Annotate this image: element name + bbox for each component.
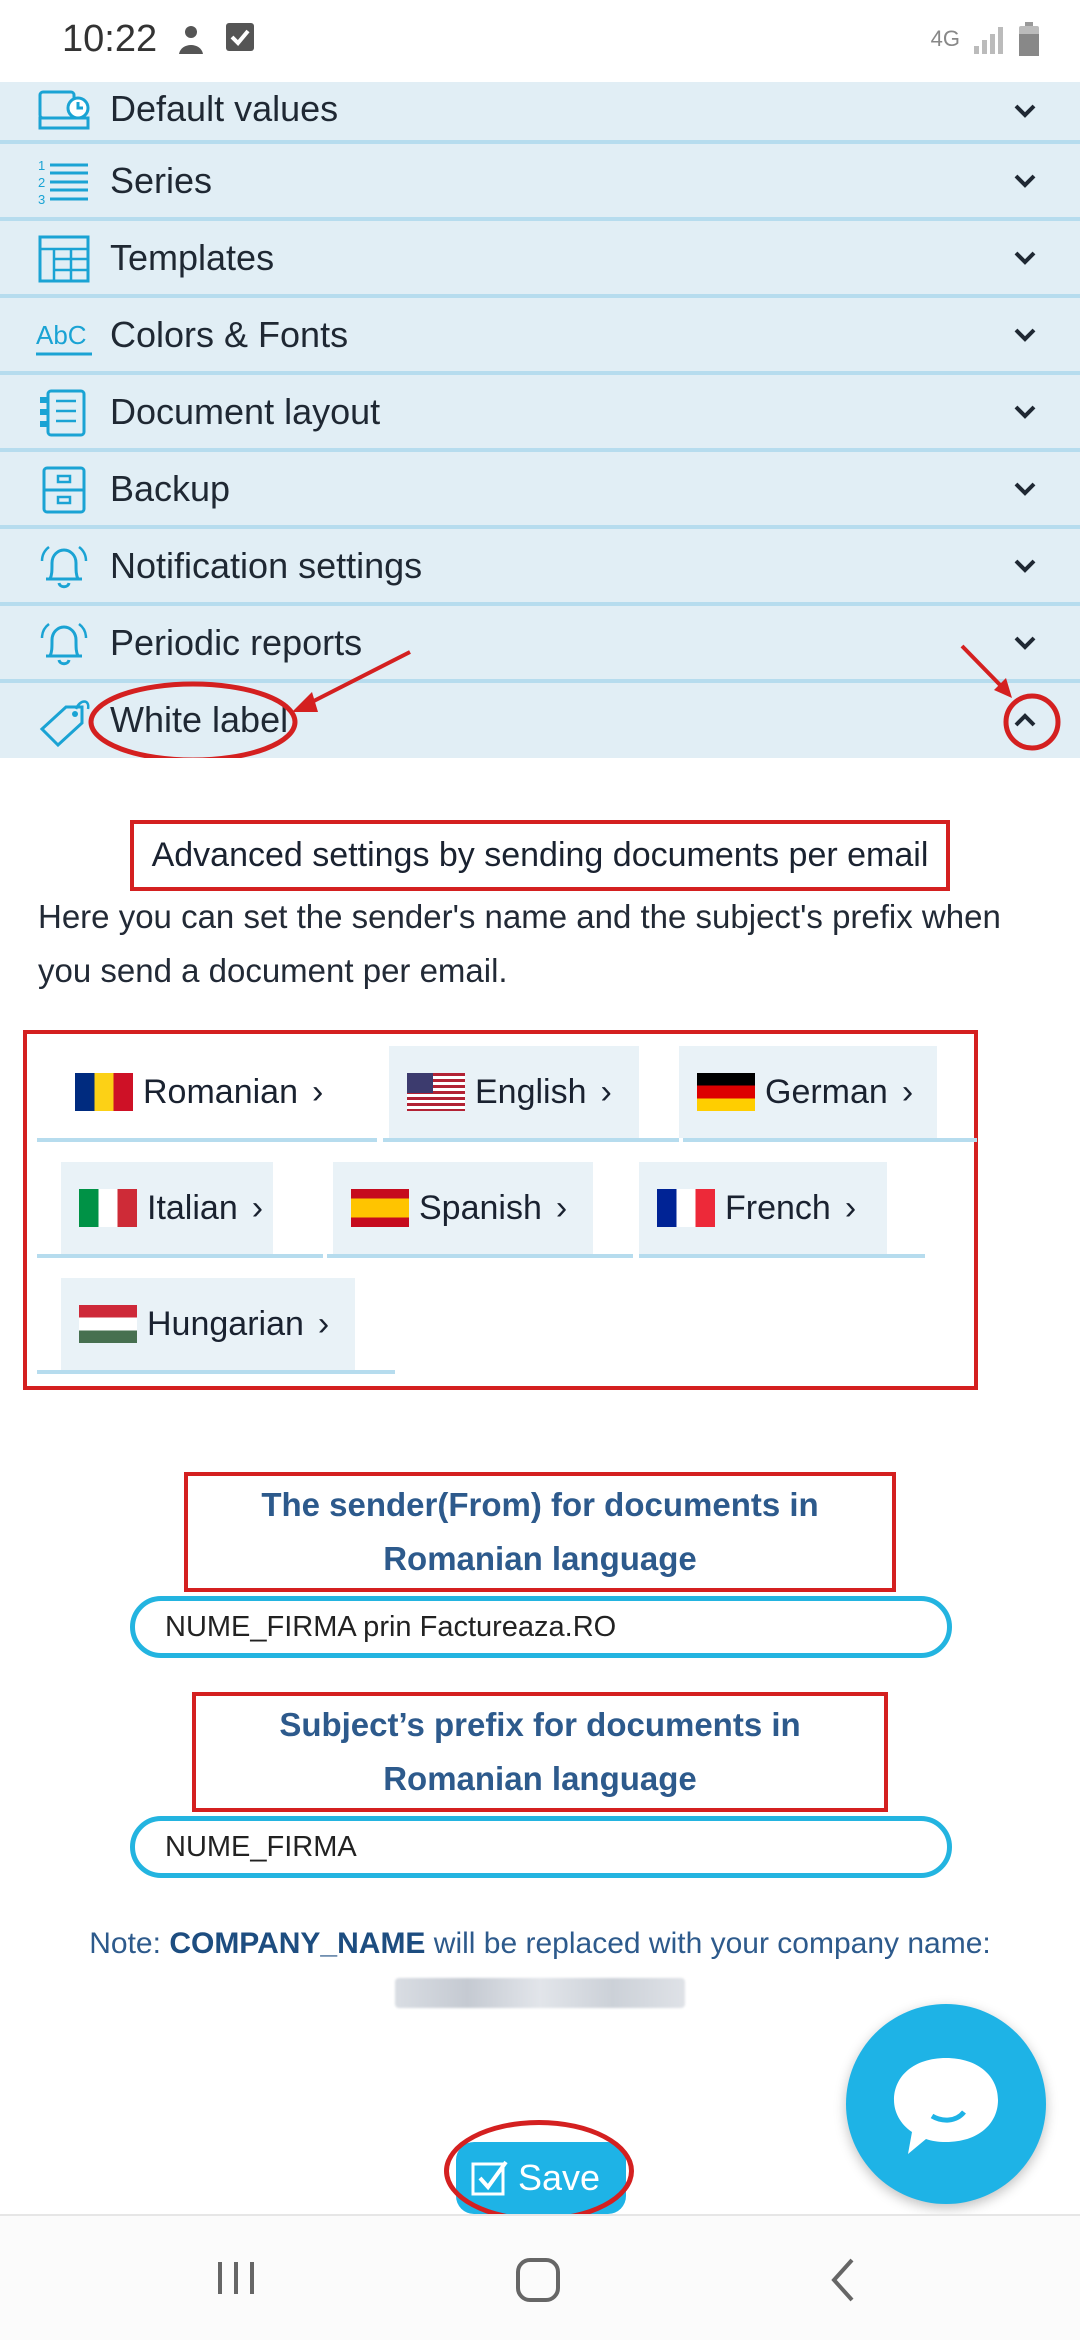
language-tabs: Romanian › English › German › Italian › Span… bbox=[23, 1030, 978, 1390]
tab-romanian[interactable]: Romanian › bbox=[57, 1046, 377, 1138]
tab-english[interactable]: English › bbox=[389, 1046, 639, 1138]
tab-german[interactable]: German › bbox=[679, 1046, 937, 1138]
sender-input[interactable]: NUME_FIRMA prin Factureaza.RO bbox=[130, 1596, 952, 1658]
white-label-panel: Advanced settings by sending documents p… bbox=[0, 758, 1080, 2222]
save-annotation-circle bbox=[444, 2120, 634, 2222]
tab-hungarian[interactable]: Hungarian › bbox=[61, 1278, 355, 1370]
chat-button[interactable] bbox=[846, 2004, 1046, 2204]
france-flag-icon bbox=[657, 1189, 715, 1227]
home-icon[interactable] bbox=[514, 2256, 562, 2304]
hungary-flag-icon bbox=[79, 1305, 137, 1343]
back-icon[interactable] bbox=[826, 2256, 858, 2304]
redacted-company-name bbox=[395, 1978, 685, 2009]
italy-flag-icon bbox=[79, 1189, 137, 1227]
tab-spanish[interactable]: Spanish › bbox=[333, 1162, 593, 1254]
android-nav-bar bbox=[0, 2214, 1080, 2340]
chat-icon bbox=[894, 2058, 998, 2154]
company-name-note: Note: COMPANY_NAME will be replaced with… bbox=[0, 1920, 1080, 2016]
subject-prefix-input[interactable]: NUME_FIRMA bbox=[130, 1816, 952, 1878]
romania-flag-icon bbox=[75, 1073, 133, 1111]
panel-description: Here you can set the sender's name and t… bbox=[38, 898, 1001, 989]
tab-italian[interactable]: Italian › bbox=[61, 1162, 273, 1254]
germany-flag-icon bbox=[697, 1073, 755, 1111]
spain-flag-icon bbox=[351, 1189, 409, 1227]
recent-apps-icon[interactable] bbox=[214, 2256, 258, 2300]
panel-title: Advanced settings by sending documents p… bbox=[0, 820, 1080, 891]
tab-french[interactable]: French › bbox=[639, 1162, 887, 1254]
usa-flag-icon bbox=[407, 1073, 465, 1111]
subject-prefix-label: Subject’s prefix for documents in Romani… bbox=[0, 1692, 1080, 1812]
sender-label: The sender(From) for documents in Romani… bbox=[0, 1472, 1080, 1592]
